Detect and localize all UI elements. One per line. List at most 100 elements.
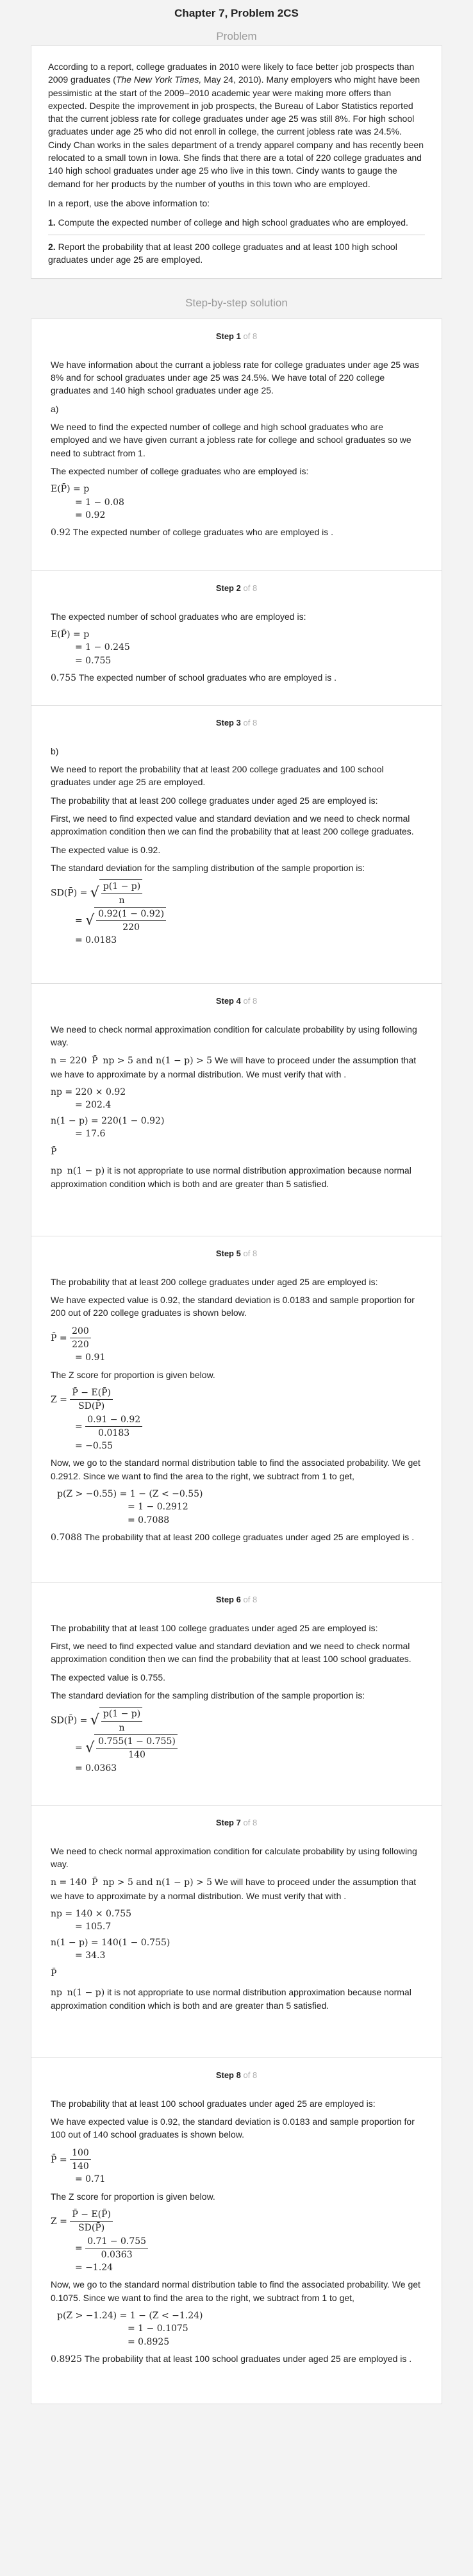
step-1-text-3: The expected number of college graduates… [51,465,309,476]
step-3-text-3: First, we need to find expected value an… [51,813,414,837]
eq-line: n(1 − p) = 220(1 − 0.92) [51,1115,165,1126]
numerator: 100 [70,2147,91,2161]
eq-line: = 1 − 0.2912 [128,1502,188,1513]
step-6: Step 6 of 8 The probability that at leas… [31,1582,442,1805]
chapter-title: Chapter 7, Problem 2CS [174,7,299,19]
step-6-text-4: The standard deviation for the sampling … [51,1690,365,1701]
step-8-text-3: The Z score for proportion is given belo… [51,2191,215,2202]
step-8-probability: p(Z > −1.24) = 1 − (Z < −1.24) = 1 − 0.1… [51,2309,422,2348]
step-word: Step [215,996,234,1006]
problem-source: The New York Times, [115,74,202,85]
eq-lhs: Z = [51,2216,67,2227]
step-3-part: b) [51,745,59,756]
eq-line: n(1 − p) = 140(1 − 0.755) [51,1937,170,1948]
problem-heading: Problem [216,30,257,42]
denominator: 0.0183 [98,1427,130,1438]
eq-line: = 0.92 [75,510,106,520]
step-of: of 8 [243,583,258,593]
denominator: SD(P̄) [78,1401,105,1412]
cond-n: n = 140 [51,1877,87,1888]
step-number: 7 [236,1818,241,1827]
eq-lhs: P̄ = [51,2154,67,2165]
step-word: Step [215,1595,234,1604]
step-6-text-3: The expected value is 0.755. [51,1672,166,1683]
eq-line: = 202.4 [75,1100,112,1111]
step-word: Step [215,1818,234,1827]
step-2-text-1: The expected number of school graduates … [51,611,306,622]
step-of: of 8 [243,331,258,341]
question-1-text: Compute the expected number of college a… [55,217,408,228]
step-1-conclusion: 0.92 The expected number of college grad… [51,526,422,539]
step-5-text-2: We have expected value is 0.92, the stan… [51,1295,415,1318]
step-word: Step [215,1249,234,1258]
eq-sign: = [75,915,83,926]
fraction: 0.71 − 0.755 0.0363 [85,2235,149,2262]
eq-line: = 1 − 0.08 [75,497,124,508]
eq-lhs: SD(P̄) = [51,1715,88,1726]
sqrt-symbol: √ [85,1740,95,1756]
conclusion-text: it is not appropriate to use normal dist… [51,1165,411,1189]
step-3-text-5: The standard deviation for the sampling … [51,862,365,873]
solution-heading: Step-by-step solution [185,297,288,309]
denominator: 140 [72,2161,89,2172]
numerator: p(1 − p) [101,880,143,894]
fraction: 0.92(1 − 0.92) 220 [94,906,167,935]
step-of: of 8 [243,1595,258,1604]
step-5-text-4: Now, we go to the standard normal distri… [51,1458,420,1481]
numerator: P̄ − E(P̄) [70,1386,113,1400]
problem-text-b: May 24, 2010). Many employers who might … [48,74,424,189]
eq-sign: = [75,1421,83,1432]
step-2-conclusion: 0.755 The expected number of school grad… [51,671,422,685]
question-1: 1. Compute the expected number of colleg… [48,216,425,229]
question-2-num: 2. [48,241,56,252]
step-8-text-1: The probability that at least 100 school… [51,2098,376,2109]
fraction: 0.91 − 0.92 0.0183 [85,1413,143,1440]
numerator: p(1 − p) [101,1708,143,1722]
eq-line: E(P̄) = p [51,484,90,495]
step-of: of 8 [243,2070,258,2080]
step-7-title: Step 7 of 8 [51,1806,422,1829]
nq-term: n(1 − p) [67,1165,105,1176]
denominator: 0.0363 [101,2249,133,2260]
question-2: 2. Report the probability that at least … [48,240,425,267]
step-3-text-1: We need to report the probability that a… [51,764,384,788]
problem-instruction: In a report, use the above information t… [48,197,210,208]
eq-line: = 0.755 [75,655,112,666]
result-value: 0.92 [51,528,71,538]
step-2-title: Step 2 of 8 [51,571,422,595]
step-6-title: Step 6 of 8 [51,1583,422,1606]
eq-line: = 0.91 [75,1352,106,1363]
eq-lhs: Z = [51,1394,67,1405]
step-5-title: Step 5 of 8 [51,1236,422,1260]
question-1-num: 1. [48,217,56,228]
step-number: 2 [236,583,241,593]
eq-line: p(Z > −0.55) = 1 − (Z < −0.55) [57,1489,203,1499]
fraction: p(1 − p) n [99,879,143,907]
eq-line: = 0.0363 [75,1763,117,1774]
step-3: Step 3 of 8 b) We need to report the pro… [31,705,442,983]
step-word: Step [215,718,234,727]
step-number: 1 [236,331,241,341]
sqrt-symbol: √ [85,912,95,929]
eq-sign: = [75,2243,83,2254]
step-3-text-2: The probability that at least 200 colleg… [51,795,378,806]
step-5-text-3: The Z score for proportion is given belo… [51,1369,215,1380]
eq-line: = −1.24 [75,2263,113,2273]
eq-line: = 0.71 − 0.755 0.0363 [51,2235,422,2262]
eq-line: Z = P̄ − E(P̄) SD(P̄) [51,2208,422,2235]
step-7-text-1: We need to check normal approximation co… [51,1845,417,1870]
step-5-proportion: P̄ = 200 220 = 0.91 [51,1325,422,1365]
step-of: of 8 [243,1249,258,1258]
cond-pbar: P̄ [92,1056,98,1067]
step-8-text-4: Now, we go to the standard normal distri… [51,2279,420,2303]
eq-line: = 0.0183 [75,935,117,946]
step-8-text-2: We have expected value is 0.92, the stan… [51,2116,415,2140]
eq-line: = 1 − 0.245 [75,642,130,653]
numerator: P̄ − E(P̄) [70,2208,113,2222]
eq-line: = 17.6 [75,1128,106,1139]
eq-lhs: SD(P̄) = [51,888,88,899]
step-number: 5 [236,1249,241,1258]
step-number: 6 [236,1595,241,1604]
fraction: P̄ − E(P̄) SD(P̄) [70,1386,113,1413]
step-of: of 8 [243,718,258,727]
